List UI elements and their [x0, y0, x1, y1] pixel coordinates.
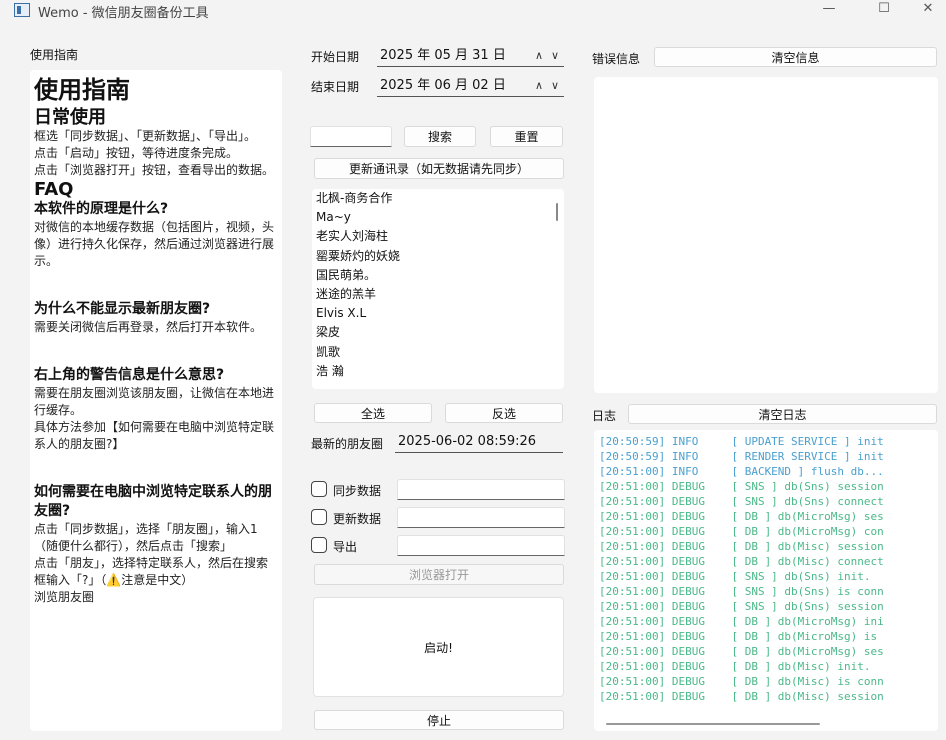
close-button[interactable]: ✕	[905, 0, 946, 22]
clear-log-button[interactable]: 清空日志	[628, 404, 937, 424]
list-item[interactable]: 迷途的羔羊	[312, 285, 564, 304]
log-line: [20:51:00] DEBUG [ DB ] db(MicroMsg) ses	[599, 510, 884, 523]
faq-question: 如何需要在电脑中浏览特定联系人的朋友圈?	[34, 484, 272, 519]
log-line: [20:50:59] INFO [ RENDER SERVICE ] init	[599, 450, 884, 463]
daily-step: 点击「启动」按钮，等待进度条完成。	[34, 146, 239, 160]
log-line: [20:51:00] DEBUG [ DB ] db(Misc) is conn	[599, 675, 884, 688]
select-all-button[interactable]: 全选	[314, 403, 432, 423]
daily-use-heading: 日常使用	[34, 107, 106, 128]
start-button[interactable]: 启动!	[313, 597, 564, 697]
update-data-label: 更新数据	[333, 512, 382, 526]
error-info-label: 错误信息	[592, 52, 641, 66]
contact-list[interactable]: 北枫-商务合作 Ma~y 老实人刘海柱 罂粟娇灼的妖娆 国民萌弟。 迷途的羔羊 …	[312, 189, 564, 389]
clear-errors-button[interactable]: 清空信息	[654, 47, 937, 67]
list-item[interactable]: 老实人刘海柱	[312, 227, 564, 246]
daily-step: 框选「同步数据」、「更新数据」、「导出」。	[34, 129, 257, 143]
faq-question: 本软件的原理是什么?	[34, 201, 169, 217]
list-item[interactable]: Elvis X.L	[312, 304, 564, 323]
sync-data-progress	[397, 479, 565, 500]
stop-button[interactable]: 停止	[314, 710, 564, 730]
minimize-button[interactable]: —	[806, 0, 852, 22]
daily-step: 点击「浏览器打开」按钮，查看导出的数据。	[34, 163, 275, 177]
export-label: 导出	[333, 540, 358, 554]
list-item[interactable]: 国民萌弟。	[312, 266, 564, 285]
faq-answer: 具体方法参加【如何需要在电脑中浏览特定联系人的朋友圈?】	[34, 420, 275, 451]
guide-section-label: 使用指南	[30, 48, 79, 62]
log-line: [20:51:00] DEBUG [ SNS ] db(Sns) connect	[599, 495, 884, 508]
open-browser-button[interactable]: 浏览器打开	[314, 564, 564, 585]
faq-answer: 点击「朋友」，选择特定联系人，然后在搜索框输入「?」（⚠️注意是中文）	[34, 556, 269, 587]
app-icon	[14, 3, 30, 17]
log-label: 日志	[592, 409, 617, 423]
reset-button[interactable]: 重置	[490, 126, 563, 147]
list-item[interactable]: 浩 瀚	[312, 362, 564, 381]
faq-answer: 点击「同步数据」，选择「朋友圈」，输入1 （随便什么都行），然后点击「搜索」	[34, 522, 258, 553]
log-line: [20:51:00] DEBUG [ SNS ] db(Sns) session	[599, 480, 884, 493]
log-line: [20:51:00] DEBUG [ DB ] db(MicroMsg) con	[599, 525, 884, 538]
end-date-label: 结束日期	[311, 80, 360, 94]
log-line: [20:51:00] DEBUG [ SNS ] db(Sns) is conn	[599, 585, 884, 598]
start-date-up-icon[interactable]: ∧	[535, 49, 543, 62]
update-data-progress	[397, 507, 565, 528]
latest-moment-field: 2025-06-02 08:59:26	[395, 433, 563, 453]
guide-panel: 使用指南 日常使用 框选「同步数据」、「更新数据」、「导出」。 点击「启动」按钮…	[30, 70, 282, 731]
log-line: [20:51:00] DEBUG [ DB ] db(Misc) session	[599, 540, 884, 553]
list-item[interactable]: 罂粟娇灼的妖娆	[312, 247, 564, 266]
faq-answer: 需要关闭微信后再登录，然后打开本软件。	[34, 320, 263, 334]
end-date-up-icon[interactable]: ∧	[535, 79, 543, 92]
log-line: [20:51:00] DEBUG [ DB ] db(MicroMsg) ses	[599, 645, 884, 658]
export-checkbox[interactable]	[311, 537, 327, 553]
log-line: [20:51:00] DEBUG [ DB ] db(MicroMsg) is	[599, 630, 884, 643]
faq-question: 右上角的警告信息是什么意思?	[34, 367, 225, 383]
search-button[interactable]: 搜索	[404, 126, 476, 147]
list-item[interactable]: 梁皮	[312, 323, 564, 342]
log-horizontal-scrollbar[interactable]	[606, 723, 820, 725]
start-date-label: 开始日期	[311, 50, 360, 64]
log-line: [20:50:59] INFO [ UPDATE SERVICE ] init	[599, 435, 884, 448]
end-date-down-icon[interactable]: ∨	[551, 79, 559, 92]
invert-selection-button[interactable]: 反选	[445, 403, 563, 423]
log-line: [20:51:00] DEBUG [ DB ] db(Misc) init.	[599, 660, 871, 673]
update-data-checkbox[interactable]	[311, 509, 327, 525]
guide-title: 使用指南	[34, 76, 130, 104]
log-line: [20:51:00] DEBUG [ SNS ] db(Sns) init.	[599, 570, 871, 583]
sync-data-checkbox[interactable]	[311, 481, 327, 497]
log-panel[interactable]: [20:50:59] INFO [ UPDATE SERVICE ] init …	[594, 430, 938, 731]
contact-list-scrollbar[interactable]	[556, 203, 558, 221]
start-date-value: 2025 年 05 月 31 日	[380, 48, 506, 63]
faq-question: 为什么不能显示最新朋友圈?	[34, 301, 211, 317]
faq-answer: 需要在朋友圈浏览该朋友圈，让微信在本地进行缓存。	[34, 386, 275, 417]
latest-moment-value: 2025-06-02 08:59:26	[398, 434, 537, 449]
search-input[interactable]	[310, 126, 392, 147]
log-line: [20:51:00] DEBUG [ DB ] db(Misc) connect	[599, 555, 884, 568]
log-line: [20:51:00] DEBUG [ DB ] db(Misc) session	[599, 690, 884, 703]
list-item[interactable]: Ma~y	[312, 208, 564, 227]
log-line: [20:51:00] DEBUG [ DB ] db(MicroMsg) ini	[599, 615, 884, 628]
maximize-button[interactable]: ☐	[861, 0, 907, 22]
faq-heading: FAQ	[34, 179, 74, 200]
end-date-value: 2025 年 06 月 02 日	[380, 78, 506, 93]
export-progress	[397, 535, 565, 556]
error-info-box	[594, 77, 938, 393]
window-title: Wemo - 微信朋友圈备份工具	[38, 6, 209, 21]
faq-answer: 浏览朋友圈	[34, 590, 95, 604]
log-line: [20:51:00] INFO [ BACKEND ] flush db...	[599, 465, 884, 478]
update-contacts-button[interactable]: 更新通讯录（如无数据请先同步）	[314, 158, 564, 179]
latest-moment-label: 最新的朋友圈	[311, 437, 384, 451]
log-line: [20:51:00] DEBUG [ SNS ] db(Sns) session	[599, 600, 884, 613]
faq-answer: 对微信的本地缓存数据（包括图片，视频，头像）进行持久化保存，然后通过浏览器进行展…	[34, 220, 275, 268]
start-date-down-icon[interactable]: ∨	[551, 49, 559, 62]
sync-data-label: 同步数据	[333, 484, 382, 498]
list-item[interactable]: 凯歌	[312, 343, 564, 362]
list-item[interactable]: 北枫-商务合作	[312, 189, 564, 208]
